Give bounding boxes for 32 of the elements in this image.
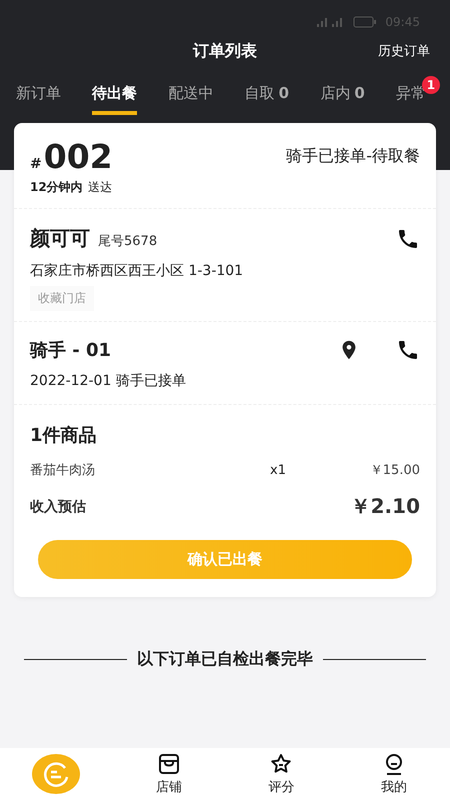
- income-amount: ￥2.10: [350, 493, 420, 520]
- page-title: 订单列表: [193, 40, 257, 62]
- order-number: 002: [44, 137, 113, 176]
- nav-tab[interactable]: 评分: [225, 748, 338, 800]
- order-tab[interactable]: 配送中: [168, 78, 214, 115]
- shop-icon: [156, 752, 181, 776]
- rider-name: 骑手 - 01: [30, 339, 112, 362]
- income-label: 收入预估: [30, 498, 86, 516]
- nav-tab[interactable]: 我的: [338, 748, 450, 800]
- battery-icon: [353, 16, 378, 28]
- goods-title: 1件商品: [30, 424, 98, 447]
- item-quantity: x1: [270, 462, 287, 478]
- order-tab[interactable]: 店内 0: [320, 78, 365, 115]
- order-tab[interactable]: 自取 0: [244, 78, 290, 115]
- delivery-time: 12分钟内: [30, 180, 83, 194]
- favorite-store-tag: 收藏门店: [30, 286, 94, 311]
- phone-tail: 尾号5678: [98, 234, 158, 249]
- nav-tab[interactable]: 店铺: [112, 748, 225, 800]
- section-divider-text: 以下订单已自检出餐完毕: [137, 649, 313, 670]
- rider-info: 2022-12-01 骑手已接单: [30, 372, 187, 390]
- customer-address: 石家庄市桥西区西王小区 1-3-101: [30, 262, 244, 280]
- order-tab[interactable]: 新订单: [16, 78, 61, 115]
- customer-name: 颜可可: [30, 226, 90, 250]
- hash-sign: #: [30, 156, 42, 172]
- order-status: 骑手已接单-待取餐: [286, 146, 420, 167]
- history-orders-link[interactable]: 历史订单: [378, 42, 430, 60]
- phone-icon[interactable]: [396, 338, 420, 362]
- order-tab[interactable]: 待出餐: [92, 78, 138, 115]
- item-price: ￥15.00: [368, 462, 420, 479]
- delivery-label: 送达: [88, 180, 112, 194]
- notification-badge: 1: [422, 76, 440, 94]
- item-name: 番茄牛肉汤: [30, 462, 96, 479]
